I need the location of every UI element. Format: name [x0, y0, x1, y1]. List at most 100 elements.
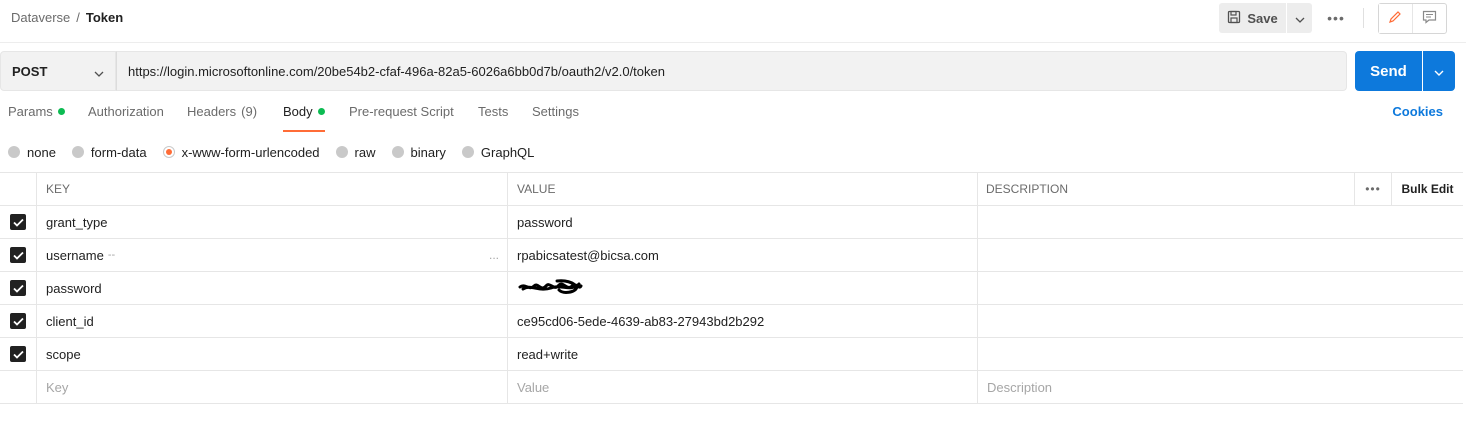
redacted-value-scribble — [517, 278, 583, 299]
checkbox-checked[interactable] — [10, 346, 26, 362]
body-type-none[interactable]: none — [8, 144, 56, 160]
tab-body[interactable]: Body — [283, 104, 325, 132]
tab-pre-request-script[interactable]: Pre-request Script — [349, 104, 454, 132]
description-cell[interactable] — [978, 338, 1463, 370]
breadcrumb: Dataverse / Token — [11, 10, 123, 25]
radio-label: form-data — [90, 144, 147, 160]
url-input[interactable]: https://login.microsoftonline.com/20be54… — [116, 51, 1347, 91]
description-cell[interactable] — [978, 206, 1463, 238]
documentation-mode-button[interactable] — [1413, 4, 1447, 33]
save-button-group: Save — [1219, 3, 1312, 33]
tab-settings[interactable]: Settings — [532, 104, 579, 132]
body-type-binary[interactable]: binary — [391, 144, 446, 160]
checkbox-checked[interactable] — [10, 313, 26, 329]
key-cell[interactable]: scope — [37, 338, 508, 370]
tab-params[interactable]: Params — [8, 104, 65, 132]
description-cell[interactable] — [978, 305, 1463, 337]
key-cell[interactable]: client_id — [37, 305, 508, 337]
row-check-cell — [0, 206, 37, 238]
checkbox-checked[interactable] — [10, 247, 26, 263]
body-type-selector: none form-data x-www-form-urlencoded raw… — [8, 144, 550, 160]
description-cell[interactable] — [978, 272, 1463, 304]
row-check-cell — [0, 305, 37, 337]
body-type-urlencoded[interactable]: x-www-form-urlencoded — [162, 144, 320, 160]
tab-label: Pre-request Script — [349, 104, 454, 119]
value-cell[interactable]: ce95cd06-5ede-4639-ab83-27943bd2b292 — [508, 305, 978, 337]
header-divider — [1363, 8, 1364, 28]
new-value-input[interactable]: Value — [508, 371, 978, 403]
radio-button[interactable] — [391, 146, 404, 158]
chevron-down-icon — [1295, 11, 1305, 26]
body-type-graphql[interactable]: GraphQL — [461, 144, 535, 160]
new-key-input[interactable]: Key — [37, 371, 508, 403]
row-check-cell — [0, 272, 37, 304]
pencil-icon — [1388, 10, 1402, 27]
new-description-input[interactable]: Description — [978, 371, 1463, 403]
key-cell[interactable]: password — [37, 272, 508, 304]
more-actions-button[interactable]: ••• — [1322, 5, 1350, 31]
table-options-button[interactable]: ••• — [1355, 173, 1392, 205]
chevron-down-icon — [1434, 64, 1444, 79]
cookies-link[interactable]: Cookies — [1392, 104, 1443, 119]
radio-label: binary — [410, 144, 446, 160]
column-header-value: VALUE — [508, 173, 978, 205]
breadcrumb-collection[interactable]: Dataverse — [11, 10, 70, 25]
breadcrumb-separator: / — [76, 10, 80, 25]
status-dot — [57, 108, 65, 115]
header-check-cell — [0, 173, 37, 205]
send-options-button[interactable] — [1423, 51, 1455, 91]
request-tabs: Params Authorization Headers (9) Body Pre… — [0, 104, 1466, 132]
comment-icon — [1422, 10, 1437, 27]
edit-mode-button[interactable] — [1379, 4, 1413, 33]
view-mode-toggle — [1378, 3, 1447, 34]
request-header: Dataverse / Token Save ••• — [0, 0, 1466, 43]
radio-label: x-www-form-urlencoded — [181, 144, 320, 160]
radio-button[interactable] — [335, 146, 348, 158]
key-cell[interactable]: grant_type — [37, 206, 508, 238]
description-cell[interactable] — [978, 239, 1463, 271]
column-header-key: KEY — [37, 173, 508, 205]
key-type-hint: -- — [107, 249, 116, 261]
send-button[interactable]: Send — [1355, 51, 1422, 91]
radio-label: none — [27, 144, 56, 160]
save-options-button[interactable] — [1287, 3, 1312, 33]
tab-label: Params — [8, 104, 53, 119]
tab-label: Headers — [187, 104, 237, 119]
value-cell[interactable]: rpabicsatest@bicsa.com — [508, 239, 978, 271]
table-row: password — [0, 272, 1463, 305]
table-header-row: KEY VALUE DESCRIPTION ••• Bulk Edit — [0, 173, 1463, 206]
radio-button-selected[interactable] — [162, 146, 175, 158]
save-label: Save — [1247, 10, 1278, 26]
new-param-row: Key Value Description — [0, 371, 1463, 404]
value-cell[interactable] — [508, 272, 978, 304]
checkbox-checked[interactable] — [10, 214, 26, 230]
request-name[interactable]: Token — [86, 10, 123, 25]
key-cell[interactable]: username --... — [37, 239, 508, 271]
body-type-raw[interactable]: raw — [335, 144, 376, 160]
send-button-group: Send — [1355, 51, 1455, 91]
radio-button[interactable] — [71, 146, 84, 158]
save-icon — [1227, 10, 1241, 27]
radio-label: GraphQL — [480, 144, 535, 160]
value-cell[interactable]: read+write — [508, 338, 978, 370]
row-check-cell — [0, 371, 37, 403]
tab-label: Settings — [532, 104, 579, 119]
table-row: client_id ce95cd06-5ede-4639-ab83-27943b… — [0, 305, 1463, 338]
body-params-table: KEY VALUE DESCRIPTION ••• Bulk Edit gran… — [0, 172, 1463, 404]
tab-label: Tests — [478, 104, 509, 119]
key-options-icon[interactable]: ... — [489, 248, 499, 262]
bulk-edit-button[interactable]: Bulk Edit — [1392, 173, 1463, 205]
tab-headers[interactable]: Headers (9) — [187, 104, 257, 132]
radio-button[interactable] — [8, 146, 20, 158]
checkbox-checked[interactable] — [10, 280, 26, 296]
tab-authorization[interactable]: Authorization — [88, 104, 164, 132]
row-check-cell — [0, 338, 37, 370]
method-select[interactable]: POST — [0, 51, 116, 91]
column-header-description: DESCRIPTION — [978, 173, 1355, 205]
value-cell[interactable]: password — [508, 206, 978, 238]
radio-button[interactable] — [461, 146, 474, 158]
body-type-form-data[interactable]: form-data — [71, 144, 147, 160]
save-button[interactable]: Save — [1219, 3, 1286, 33]
table-row: grant_type password — [0, 206, 1463, 239]
tab-tests[interactable]: Tests — [478, 104, 508, 132]
